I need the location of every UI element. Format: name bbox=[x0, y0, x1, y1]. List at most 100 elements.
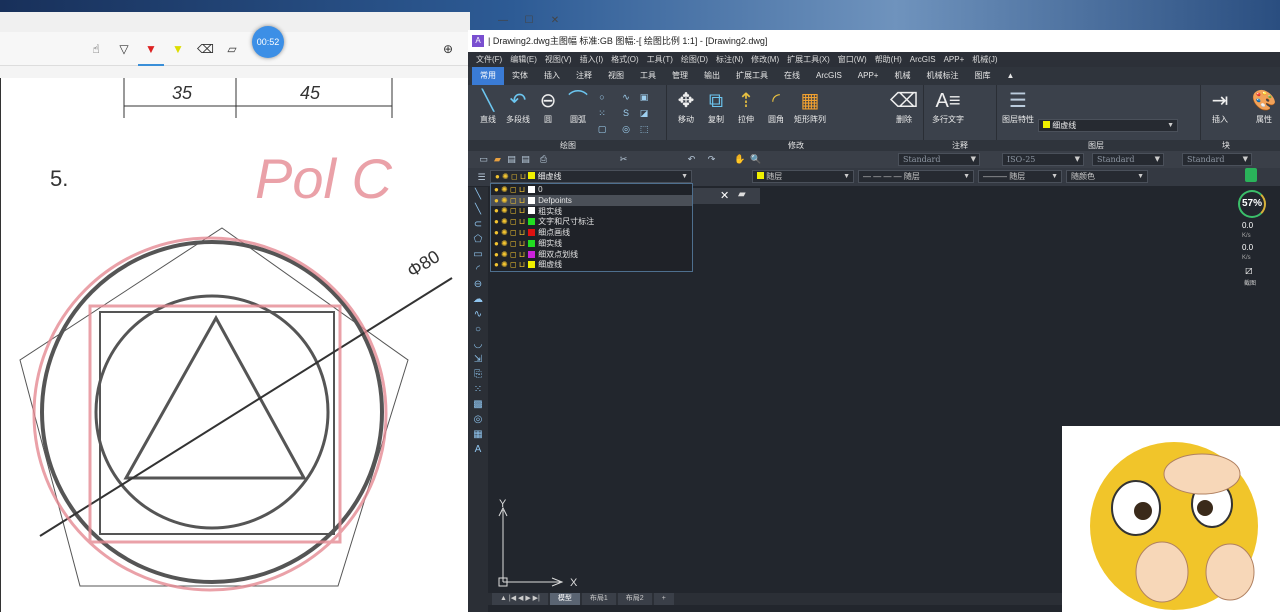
rectangle-icon[interactable]: ▭ bbox=[468, 247, 488, 262]
menu-file[interactable]: 文件(F) bbox=[472, 52, 506, 67]
collapse-ribbon-icon[interactable]: ▲ bbox=[998, 67, 1022, 85]
tab-solid[interactable]: 实体 bbox=[504, 67, 536, 85]
revcloud-icon[interactable]: S bbox=[620, 107, 632, 119]
layer-state-icons[interactable]: ● ✺ ◻ ⊔ bbox=[494, 228, 525, 237]
wipeout-icon[interactable]: ◪ bbox=[638, 107, 650, 119]
menu-insert[interactable]: 插入(I) bbox=[576, 52, 608, 67]
menu-format[interactable]: 格式(O) bbox=[607, 52, 643, 67]
layer-item[interactable]: ● ✺ ◻ ⊔ 细实线 bbox=[491, 238, 692, 249]
hand-draw-icon[interactable]: ☝ bbox=[88, 42, 104, 58]
layer-properties-button[interactable]: ☰ 图层特性 bbox=[1000, 88, 1036, 125]
tab-insert[interactable]: 插入 bbox=[536, 67, 568, 85]
tab-app[interactable]: APP+ bbox=[850, 67, 887, 85]
spline-icon[interactable]: ∿ bbox=[620, 91, 632, 103]
erase-button[interactable]: ⌫ 删除 bbox=[888, 88, 920, 125]
tab-model[interactable]: 模型 bbox=[549, 593, 580, 605]
zoom-icon[interactable]: 🔍 bbox=[750, 154, 761, 165]
tab-view[interactable]: 视图 bbox=[600, 67, 632, 85]
layer-state-icons[interactable]: ● ✺ ◻ ⊔ bbox=[494, 260, 525, 269]
tab-library[interactable]: 图库 bbox=[966, 67, 998, 85]
add-layout-tab[interactable]: + bbox=[653, 593, 674, 605]
undo-icon[interactable]: ↶ bbox=[686, 154, 697, 165]
maximize-button[interactable]: ☐ bbox=[516, 15, 542, 29]
circle-icon[interactable]: ⊖ bbox=[468, 277, 488, 292]
lineweight-combo[interactable]: ——— 随层 ▼ bbox=[978, 170, 1062, 183]
xline-icon[interactable]: ╲ bbox=[468, 202, 488, 217]
dim-style-combo[interactable]: ISO-25 ▼ bbox=[1002, 153, 1084, 166]
rectangle-icon[interactable]: ▢ bbox=[596, 123, 608, 135]
menu-mechanical[interactable]: 机械(J) bbox=[968, 52, 1001, 67]
insert-icon[interactable]: ⇲ bbox=[468, 352, 488, 367]
region-icon[interactable]: ▣ bbox=[638, 91, 650, 103]
spline-icon[interactable]: ∿ bbox=[468, 307, 488, 322]
point-icon[interactable]: ⁙ bbox=[596, 107, 608, 119]
move-button[interactable]: ✥ 移动 bbox=[670, 88, 702, 125]
close-tab-icon[interactable]: ✕ bbox=[720, 189, 729, 202]
arc2-icon[interactable]: ◜ bbox=[468, 262, 488, 277]
close-button[interactable]: ✕ bbox=[542, 15, 568, 29]
rect-array-button[interactable]: ▦ 矩形阵列 bbox=[790, 88, 830, 125]
polygon-icon[interactable]: ⬠ bbox=[468, 232, 488, 247]
recording-timer[interactable]: 00:52 bbox=[252, 26, 284, 58]
layer-item[interactable]: ● ✺ ◻ ⊔ Defpoints bbox=[491, 194, 692, 206]
table-style-combo[interactable]: Standard ▼ bbox=[1092, 153, 1164, 166]
tab-layout2[interactable]: 布局2 bbox=[617, 593, 652, 605]
insert-block-button[interactable]: ⇥ 插入 bbox=[1204, 88, 1236, 125]
layer-combo[interactable]: ● ✺ ◻ ⊔ 细虚线 ▼ bbox=[490, 170, 692, 183]
redo-icon[interactable]: ↷ bbox=[706, 154, 717, 165]
menu-arcgis[interactable]: ArcGIS bbox=[906, 52, 940, 67]
tab-mechanical[interactable]: 机械 bbox=[886, 67, 918, 85]
layer-state-icons[interactable]: ● ✺ ◻ ⊔ bbox=[494, 250, 525, 259]
fillet-button[interactable]: ◜ 圆角 bbox=[760, 88, 792, 125]
properties-button[interactable]: 🎨 属性 bbox=[1248, 88, 1280, 125]
arc-button[interactable]: ⌒ 圆弧 bbox=[562, 88, 594, 125]
tab-online[interactable]: 在线 bbox=[776, 67, 808, 85]
line-icon[interactable]: ╲ bbox=[468, 187, 488, 202]
ellipse-icon[interactable]: ○ bbox=[596, 91, 608, 103]
ruler-icon[interactable]: ▱ bbox=[224, 42, 240, 58]
revcloud-icon[interactable]: ☁ bbox=[468, 292, 488, 307]
menu-help[interactable]: 帮助(H) bbox=[871, 52, 906, 67]
copy-button[interactable]: ⧉ 复制 bbox=[700, 88, 732, 125]
new-icon[interactable]: ▭ bbox=[478, 154, 489, 165]
tab-layout1[interactable]: 布局1 bbox=[581, 593, 616, 605]
boundary-icon[interactable]: ⬚ bbox=[638, 123, 650, 135]
zoom-in-icon[interactable]: ⊕ bbox=[440, 42, 456, 58]
save-icon[interactable]: ▤ bbox=[506, 154, 517, 165]
table-icon[interactable]: ▦ bbox=[468, 427, 488, 442]
layer-item[interactable]: ● ✺ ◻ ⊔ 文字和尺寸标注 bbox=[491, 216, 692, 227]
tab-annotate[interactable]: 注释 bbox=[568, 67, 600, 85]
menu-edit[interactable]: 编辑(E) bbox=[506, 52, 541, 67]
layer-state-icons[interactable]: ● ✺ ◻ ⊔ bbox=[494, 206, 525, 215]
layer-manager-icon[interactable]: ☰ bbox=[476, 172, 487, 183]
open-icon[interactable]: ▰ bbox=[492, 154, 503, 165]
pan-icon[interactable]: ✋ bbox=[734, 154, 745, 165]
region-icon[interactable]: ◎ bbox=[468, 412, 488, 427]
hatch-icon[interactable]: ▩ bbox=[468, 397, 488, 412]
tab-ext-tools[interactable]: 扩展工具 bbox=[728, 67, 776, 85]
layer-state-icons[interactable]: ● ✺ ◻ ⊔ bbox=[494, 185, 525, 194]
cut-icon[interactable]: ✂ bbox=[618, 154, 629, 165]
menu-draw[interactable]: 绘图(D) bbox=[677, 52, 712, 67]
text-style-combo[interactable]: Standard ▼ bbox=[898, 153, 980, 166]
layer-state-icons[interactable]: ● ✺ ◻ ⊔ bbox=[494, 217, 525, 226]
line-button[interactable]: ╲ 直线 bbox=[472, 88, 504, 125]
menu-dimension[interactable]: 标注(N) bbox=[712, 52, 747, 67]
layer-state-icons[interactable]: ● ✺ ◻ ⊔ bbox=[494, 196, 525, 205]
linetype-combo[interactable]: — — — — 随层 ▼ bbox=[858, 170, 974, 183]
menu-app[interactable]: APP+ bbox=[940, 52, 969, 67]
mtext-icon[interactable]: A bbox=[468, 442, 488, 457]
menu-modify[interactable]: 修改(M) bbox=[747, 52, 783, 67]
menu-tools[interactable]: 工具(T) bbox=[643, 52, 677, 67]
minimize-button[interactable]: — bbox=[490, 15, 516, 29]
tab-arcgis[interactable]: ArcGIS bbox=[808, 67, 850, 85]
point-icon[interactable]: ⁙ bbox=[468, 382, 488, 397]
tab-manage[interactable]: 管理 bbox=[664, 67, 696, 85]
ribbon-layer-combo[interactable]: 细虚线 ▼ bbox=[1038, 119, 1178, 132]
saveas-icon[interactable]: ▤ bbox=[520, 154, 531, 165]
print-icon[interactable]: ⎙ bbox=[538, 154, 549, 165]
yellow-highlighter-icon[interactable]: ▼ bbox=[170, 42, 186, 58]
mtext-button[interactable]: A≡ 多行文字 bbox=[928, 88, 968, 125]
menu-view[interactable]: 视图(V) bbox=[541, 52, 576, 67]
arc-icon[interactable]: ⊂ bbox=[468, 217, 488, 232]
